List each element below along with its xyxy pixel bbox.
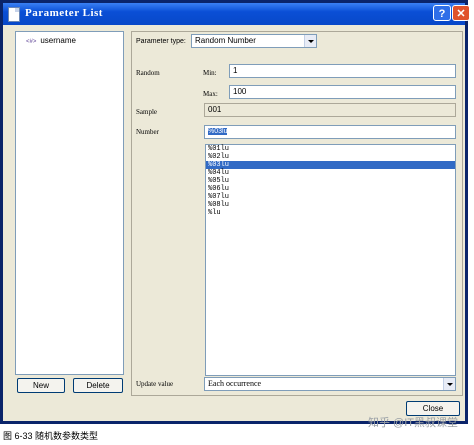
- number-format-option[interactable]: %lu: [206, 209, 455, 217]
- update-value-value: Each occurrence: [208, 379, 262, 388]
- figure-caption: 图 6-33 随机数参数类型: [3, 431, 99, 441]
- number-format-value: %03lu: [208, 128, 228, 135]
- parameter-type-select[interactable]: Random Number: [191, 34, 317, 48]
- chevron-down-icon[interactable]: [304, 35, 316, 47]
- number-format-option[interactable]: %03lu: [206, 161, 455, 169]
- sample-field: 001: [204, 103, 456, 117]
- number-format-option[interactable]: %01lu: [206, 145, 455, 153]
- max-field[interactable]: 100: [229, 85, 456, 99]
- number-format-list[interactable]: %01lu %02lu %03lu %04lu %05lu %06lu %07lu %08lu…: [205, 144, 456, 376]
- watermark: 知乎 @IT黑叔课堂: [368, 417, 458, 429]
- min-field[interactable]: 1: [229, 64, 456, 78]
- title-bar: Parameter List ? ✕: [3, 3, 470, 25]
- random-label: Random: [136, 69, 160, 77]
- document-icon: [8, 7, 20, 22]
- number-format-option[interactable]: %02lu: [206, 153, 455, 161]
- number-format-option[interactable]: %06lu: [206, 185, 455, 193]
- number-format-option[interactable]: %08lu: [206, 201, 455, 209]
- chevron-down-icon[interactable]: [443, 378, 455, 390]
- update-value-select[interactable]: Each occurrence: [204, 377, 456, 391]
- sample-label: Sample: [136, 108, 157, 116]
- delete-button[interactable]: Delete: [73, 378, 123, 393]
- parameter-tag-icon: <#>: [26, 39, 37, 45]
- number-format-option[interactable]: %04lu: [206, 169, 455, 177]
- tree-item-label: username: [40, 36, 76, 45]
- close-window-button[interactable]: ✕: [452, 5, 470, 21]
- number-format-option[interactable]: %07lu: [206, 193, 455, 201]
- parameter-type-value: Random Number: [195, 36, 256, 45]
- update-value-label: Update value: [136, 380, 174, 388]
- window-title: Parameter List: [25, 7, 103, 19]
- number-label: Number: [136, 128, 159, 136]
- tree-item-username[interactable]: <#> username: [26, 36, 76, 45]
- number-format-field[interactable]: %03lu: [204, 125, 456, 139]
- parameter-tree[interactable]: <#> username: [15, 31, 124, 375]
- help-button[interactable]: ?: [433, 5, 451, 21]
- max-label: Max:: [203, 90, 218, 98]
- parameter-type-label: Parameter type:: [136, 38, 186, 45]
- min-label: Min:: [203, 69, 217, 77]
- new-button[interactable]: New: [17, 378, 65, 393]
- parameter-list-window: Parameter List ? ✕ <#> username New Delet…: [0, 0, 470, 424]
- number-format-option[interactable]: %05lu: [206, 177, 455, 185]
